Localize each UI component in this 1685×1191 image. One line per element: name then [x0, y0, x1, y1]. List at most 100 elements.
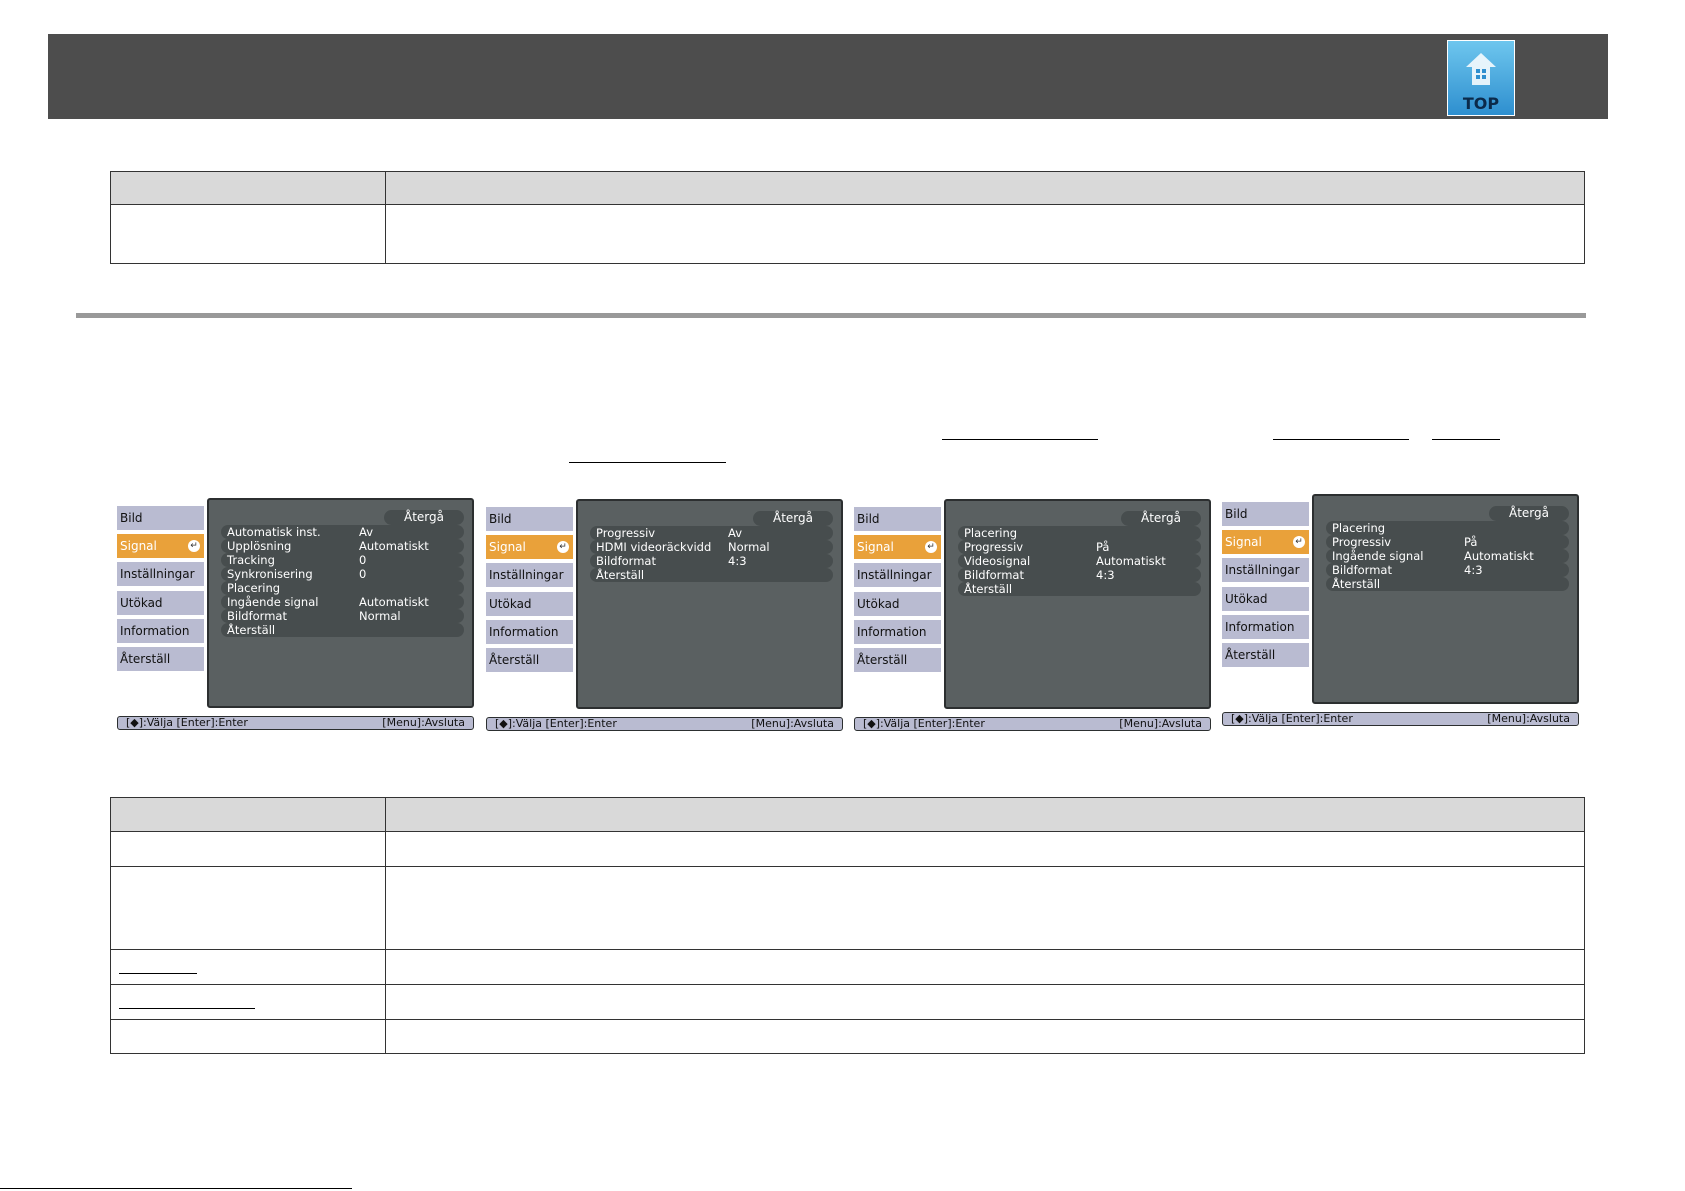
submenu-item-label: Återställ	[596, 568, 645, 582]
link-underline[interactable]	[119, 1008, 255, 1009]
back-button[interactable]: Återgå	[1121, 511, 1201, 526]
sidebar-item[interactable]: Återställ	[117, 647, 204, 671]
submenu-item-label: Videosignal	[964, 554, 1031, 568]
submenu-item-label: Bildformat	[227, 609, 287, 623]
submenu-item-value: 0	[359, 567, 367, 581]
submenu-item[interactable]: Återställ	[1326, 577, 1569, 591]
back-button[interactable]: Återgå	[753, 511, 833, 526]
submenu-item-label: Återställ	[1332, 577, 1381, 591]
sidebar-item[interactable]: Utökad	[486, 591, 573, 616]
sidebar-item[interactable]: Återställ	[1222, 643, 1309, 667]
top-table-cell	[110, 204, 386, 264]
submenu-item[interactable]: Ingående signal Automatiskt	[221, 595, 464, 609]
sidebar-item[interactable]: Återställ	[854, 648, 941, 672]
house-icon	[1466, 53, 1496, 85]
submenu-item[interactable]: Bildformat 4:3	[590, 554, 833, 568]
top-table	[110, 171, 1585, 264]
menu-status-bar: [◆]:Välja [Enter]:Enter [Menu]:Avsluta	[117, 716, 474, 730]
sidebar-item-label: Återställ	[489, 653, 540, 667]
top-label: TOP	[1462, 94, 1500, 113]
bottom-table-cell	[385, 949, 1585, 985]
bottom-table-cell	[385, 984, 1585, 1020]
sidebar-item[interactable]: Information	[117, 618, 204, 643]
sidebar-item[interactable]: Inställningar	[854, 563, 941, 588]
enter-icon: ↵	[1293, 536, 1305, 549]
bottom-table-cell	[110, 866, 386, 950]
sidebar-item-label: Information	[489, 624, 559, 639]
sidebar-item[interactable]: Utökad	[1222, 586, 1309, 611]
submenu-item-label: Synkronisering	[227, 567, 313, 581]
sidebar-item-label: Inställningar	[1225, 563, 1300, 578]
submenu-item[interactable]: Återställ	[590, 568, 833, 582]
submenu-item[interactable]: Upplösning Automatiskt	[221, 539, 464, 553]
submenu-item[interactable]: Placering	[221, 581, 464, 595]
link-underline[interactable]	[1432, 439, 1500, 440]
sidebar-item[interactable]: Signal ↵	[1222, 530, 1309, 555]
sidebar-item-label: Utökad	[857, 596, 900, 611]
sidebar-item[interactable]: Information	[486, 619, 573, 644]
submenu-item[interactable]: Automatisk inst. Av	[221, 525, 464, 539]
submenu-item-label: Placering	[1332, 521, 1386, 535]
sidebar-item[interactable]: Återställ	[486, 648, 573, 672]
bottom-table-cell	[110, 831, 386, 867]
submenu-item[interactable]: Återställ	[221, 623, 464, 637]
status-hint-left: [◆]:Välja [Enter]:Enter	[1231, 712, 1353, 725]
sidebar-item[interactable]: Information	[854, 619, 941, 644]
sidebar-item-label: Inställningar	[120, 567, 195, 582]
sidebar-item[interactable]: Signal ↵	[854, 535, 941, 560]
submenu-item-value: Normal	[728, 540, 770, 554]
submenu-items: Automatisk inst. Av Upplösning Automatiskt T…	[221, 525, 464, 637]
submenu-item-label: Bildformat	[964, 568, 1024, 582]
sidebar-item[interactable]: Utökad	[117, 590, 204, 615]
submenu-item[interactable]: Återställ	[958, 582, 1201, 596]
top-link-button[interactable]: TOP	[1447, 40, 1515, 116]
submenu-item[interactable]: Progressiv På	[958, 540, 1201, 554]
link-underline[interactable]	[1273, 439, 1409, 440]
back-button[interactable]: Återgå	[384, 510, 464, 525]
sidebar-item[interactable]: Bild	[1222, 502, 1309, 526]
link-underline[interactable]	[569, 462, 726, 463]
sidebar-item[interactable]: Utökad	[854, 591, 941, 616]
enter-icon: ↵	[188, 540, 200, 553]
sidebar-item[interactable]: Bild	[486, 507, 573, 531]
submenu-box: Återgå Placering Progressiv På Videosignal Au…	[944, 499, 1211, 709]
sidebar-item[interactable]: Bild	[117, 506, 204, 530]
submenu-item-label: Placering	[964, 526, 1018, 540]
link-underline[interactable]	[119, 973, 197, 974]
projector-menu-screen: Bild Signal ↵ Inställningar Utökad Informatio…	[117, 498, 474, 738]
submenu-item-label: Upplösning	[227, 539, 292, 553]
bottom-table-cell	[110, 949, 386, 985]
submenu-items: Placering Progressiv På Ingående signal Auto…	[1326, 521, 1569, 591]
sidebar-item[interactable]: Bild	[854, 507, 941, 531]
submenu-item[interactable]: Videosignal Automatiskt	[958, 554, 1201, 568]
sidebar-item-label: Information	[1225, 619, 1295, 634]
submenu-item[interactable]: Bildformat 4:3	[1326, 563, 1569, 577]
submenu-item[interactable]: Bildformat 4:3	[958, 568, 1201, 582]
sidebar-item[interactable]: Signal ↵	[486, 535, 573, 560]
sidebar-item[interactable]: Inställningar	[486, 563, 573, 588]
sidebar-item-label: Återställ	[120, 652, 171, 666]
submenu-item[interactable]: Synkronisering 0	[221, 567, 464, 581]
submenu-item[interactable]: Bildformat Normal	[221, 609, 464, 623]
status-hint-left: [◆]:Välja [Enter]:Enter	[495, 717, 617, 730]
submenu-box: Återgå Placering Progressiv På Ingående sign…	[1312, 494, 1579, 704]
submenu-item-label: Progressiv	[1332, 535, 1392, 549]
sidebar-item[interactable]: Inställningar	[117, 562, 204, 587]
submenu-item[interactable]: Ingående signal Automatiskt	[1326, 549, 1569, 563]
sidebar-item[interactable]: Information	[1222, 614, 1309, 639]
link-underline[interactable]	[942, 439, 1098, 440]
submenu-item-label: Progressiv	[596, 526, 656, 540]
submenu-item[interactable]: Placering	[958, 526, 1201, 540]
sidebar-item-label: Utökad	[120, 595, 163, 610]
back-button[interactable]: Återgå	[1489, 506, 1569, 521]
submenu-item[interactable]: Progressiv Av	[590, 526, 833, 540]
submenu-item[interactable]: Placering	[1326, 521, 1569, 535]
status-hint-right: [Menu]:Avsluta	[1119, 717, 1202, 730]
submenu-item[interactable]: Tracking 0	[221, 553, 464, 567]
submenu-item-value: Av	[359, 525, 373, 539]
sidebar-item[interactable]: Inställningar	[1222, 558, 1309, 583]
sidebar-item[interactable]: Signal ↵	[117, 534, 204, 559]
submenu-item[interactable]: Progressiv På	[1326, 535, 1569, 549]
submenu-item[interactable]: HDMI videoräckvidd Normal	[590, 540, 833, 554]
submenu-item-label: Tracking	[227, 553, 275, 567]
